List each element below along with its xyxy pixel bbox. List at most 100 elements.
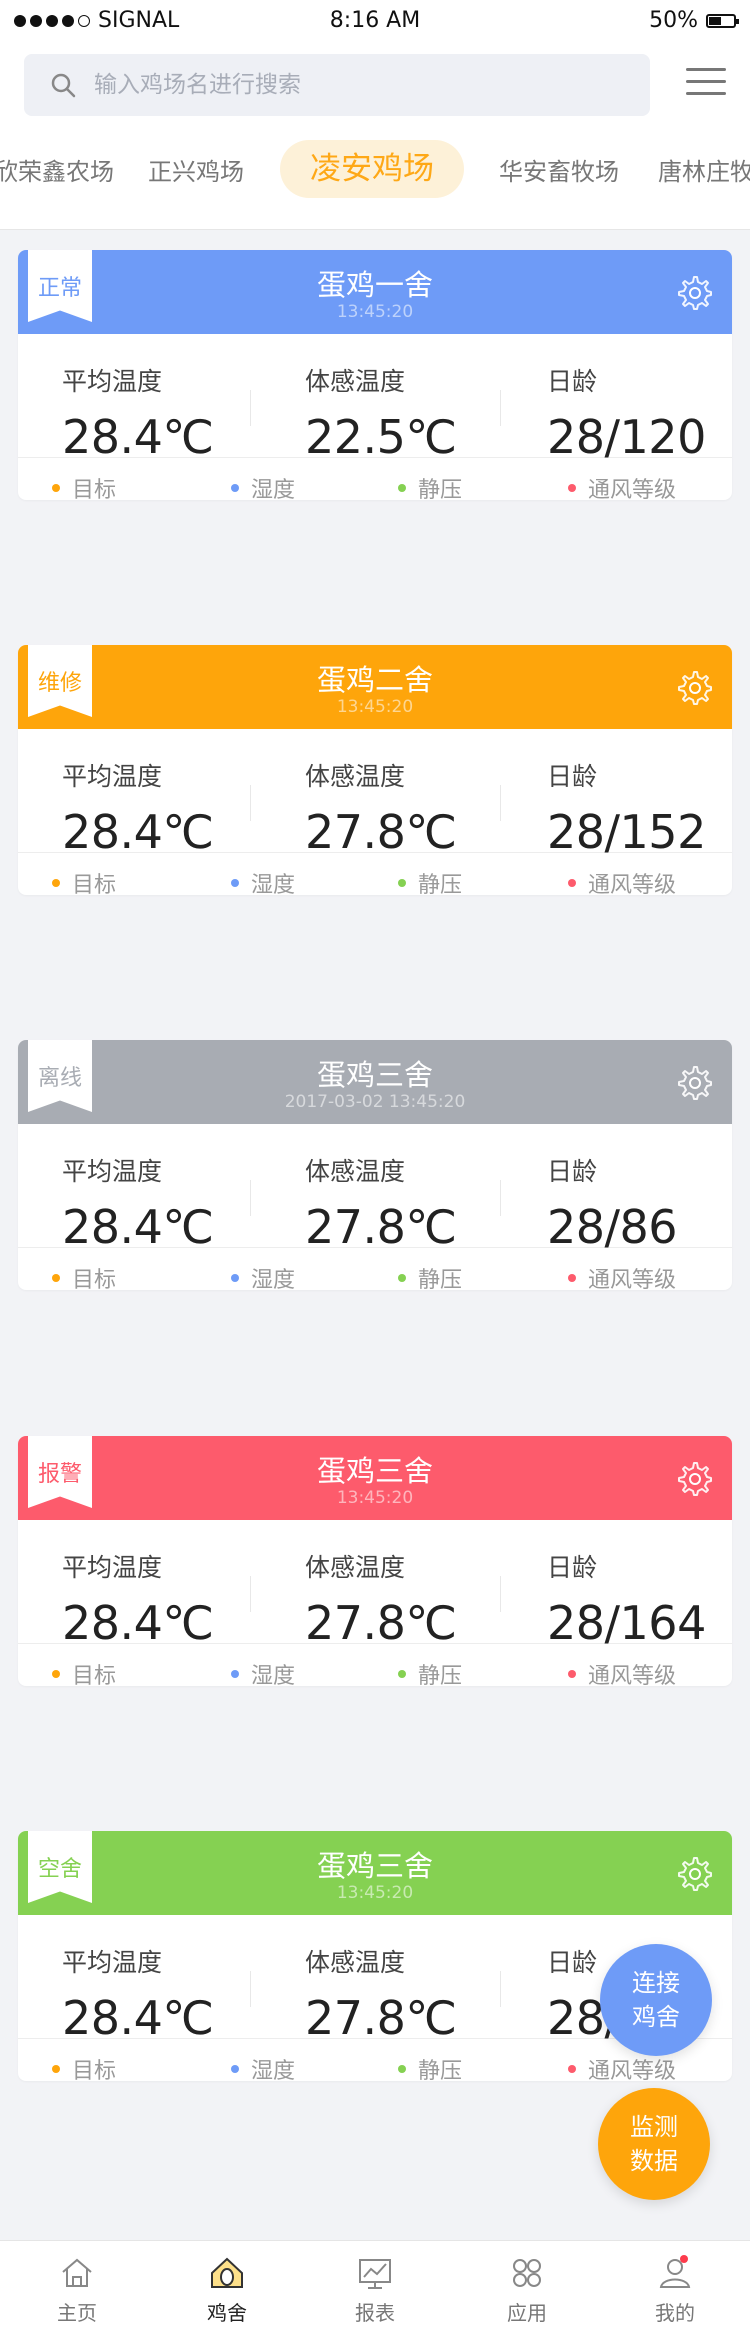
gear-icon: [678, 1857, 712, 1891]
age-label: 日龄: [547, 1553, 598, 1582]
update-time: 2017-03-02 13:45:20: [284, 1092, 466, 1112]
status-dot-icon: [52, 2065, 60, 2073]
vent-level-stat: 通风等级7级: [568, 1262, 676, 1290]
house-card[interactable]: 维修 蛋鸡二舍 13:45:20 平均温度 28.4℃ 体感温度 27.8℃ 日龄 28/152…: [18, 645, 732, 895]
vent-level-label: 通风等级: [568, 1262, 676, 1290]
nav-houses[interactable]: 鸡舍: [152, 2253, 302, 2326]
header: 欣荣鑫农场 正兴鸡场 凌安鸡场 华安畜牧场 唐林庄牧: [0, 40, 750, 230]
gear-icon: [678, 1462, 712, 1496]
settings-button[interactable]: [676, 274, 712, 310]
vent-level-label-text: 通风等级: [588, 1664, 677, 1686]
age-metric: 日龄 28/152: [547, 757, 706, 859]
static-pressure-label-text: 静压: [418, 1268, 463, 1290]
menu-button[interactable]: [686, 68, 726, 100]
age-value: 28/120: [547, 410, 706, 464]
status-dot-icon: [231, 2065, 239, 2073]
stats-row: 目标28℃ 湿度45% 静压52pa 通风等级7级: [18, 853, 732, 895]
gear-icon: [678, 1066, 712, 1100]
humidity-label: 湿度: [231, 1262, 309, 1290]
status-dot-icon: [398, 1274, 406, 1282]
static-pressure-label-text: 静压: [418, 873, 463, 895]
avg-temp-metric: 平均温度 28.4℃: [62, 757, 214, 859]
settings-button[interactable]: [676, 1460, 712, 1496]
search-input[interactable]: [94, 72, 614, 98]
farm-tab[interactable]: 唐林庄牧: [658, 152, 750, 187]
house-card[interactable]: 报警 蛋鸡三舍 13:45:20 平均温度 28.4℃ 体感温度 27.8℃ 日龄 28/164…: [18, 1436, 732, 1686]
feel-temp-metric: 体感温度 27.8℃: [305, 757, 457, 859]
connect-house-button[interactable]: 连接 鸡舍: [600, 1944, 712, 2056]
vent-level-stat: 通风等级7级: [568, 472, 676, 500]
status-dot-icon: [231, 879, 239, 887]
apps-icon: [513, 2259, 541, 2287]
nav-houses-label: 鸡舍: [207, 2301, 247, 2325]
vent-level-label: 通风等级: [568, 867, 676, 895]
card-header: 正常 蛋鸡一舍 13:45:20: [18, 250, 732, 334]
nav-home-label: 主页: [57, 2301, 97, 2325]
farm-tab-active[interactable]: 凌安鸡场: [280, 140, 464, 198]
age-metric: 日龄 28/164: [547, 1548, 706, 1650]
settings-button[interactable]: [676, 1064, 712, 1100]
humidity-stat: 湿度45%: [231, 867, 309, 895]
feel-temp-value: 27.8℃: [305, 805, 457, 859]
farm-tab[interactable]: 欣荣鑫农场: [0, 152, 114, 187]
feel-temp-label: 体感温度: [305, 762, 406, 791]
vent-level-label: 通风等级: [568, 1658, 676, 1686]
feel-temp-value: 22.5℃: [305, 410, 457, 464]
nav-apps-label: 应用: [507, 2301, 547, 2325]
farm-tab[interactable]: 正兴鸡场: [148, 152, 244, 187]
nav-reports[interactable]: 报表: [300, 2253, 450, 2326]
monitor-data-button[interactable]: 监测 数据: [598, 2088, 710, 2200]
search-bar[interactable]: [24, 54, 650, 116]
status-dot-icon: [398, 1670, 406, 1678]
divider: [500, 1576, 501, 1612]
avg-temp-label: 平均温度: [62, 762, 163, 791]
farm-tab[interactable]: 华安畜牧场: [499, 152, 619, 187]
vent-level-label: 通风等级: [568, 2053, 676, 2081]
humidity-label-text: 湿度: [251, 2059, 296, 2081]
card-header: 维修 蛋鸡二舍 13:45:20: [18, 645, 732, 729]
age-value: 28/164: [547, 1596, 706, 1650]
avg-temp-value: 28.4℃: [62, 805, 214, 859]
nav-home[interactable]: 主页: [2, 2253, 152, 2326]
target-label: 目标: [52, 867, 134, 895]
vent-level-label-text: 通风等级: [588, 873, 677, 895]
static-pressure-label-text: 静压: [418, 2059, 463, 2081]
age-value: 28/152: [547, 805, 706, 859]
avg-temp-value: 28.4℃: [62, 1991, 214, 2045]
vent-level-label-text: 通风等级: [588, 1268, 677, 1290]
house-name: 蛋鸡三舍: [316, 1058, 433, 1092]
static-pressure-label: 静压: [398, 472, 517, 500]
target-stat: 目标28℃: [52, 472, 134, 500]
settings-button[interactable]: [676, 669, 712, 705]
feel-temp-value: 27.8℃: [305, 1200, 457, 1254]
update-time: 13:45:20: [336, 302, 414, 322]
avg-temp-metric: 平均温度 28.4℃: [62, 1943, 214, 2045]
card-header: 空舍 蛋鸡三舍 13:45:20: [18, 1831, 732, 1915]
gear-icon: [678, 276, 712, 310]
static-pressure-label: 静压: [398, 2053, 508, 2081]
house-card[interactable]: 正常 蛋鸡一舍 13:45:20 平均温度 28.4℃ 体感温度 22.5℃ 日龄 28/120…: [18, 250, 732, 500]
static-pressure-label-text: 静压: [418, 478, 463, 500]
static-pressure-stat: 静压61.2pa: [398, 2053, 508, 2081]
stats-row: 目标28℃ 湿度45% 静压65pa 通风等级7级: [18, 1644, 732, 1686]
settings-button[interactable]: [676, 1855, 712, 1891]
avg-temp-label: 平均温度: [62, 1157, 163, 1186]
nav-mine[interactable]: 我的: [600, 2253, 750, 2326]
divider: [500, 390, 501, 426]
feel-temp-label: 体感温度: [305, 1948, 406, 1977]
nav-apps[interactable]: 应用: [452, 2253, 602, 2326]
house-name: 蛋鸡一舍: [316, 268, 433, 302]
static-pressure-stat: 静压52pa: [398, 867, 484, 895]
static-pressure-label: 静压: [398, 867, 484, 895]
connect-label-1: 连接: [632, 1969, 680, 1997]
divider: [500, 1971, 501, 2007]
divider: [250, 1971, 251, 2007]
target-label-text: 目标: [72, 873, 117, 895]
status-dot-icon: [568, 1670, 576, 1678]
menu-icon: [686, 68, 726, 71]
house-card[interactable]: 离线 蛋鸡三舍 2017-03-02 13:45:20 平均温度 28.4℃ 体感温度 27…: [18, 1040, 732, 1290]
monitor-label-2: 数据: [630, 2147, 678, 2175]
status-dot-icon: [52, 1274, 60, 1282]
home-icon: [62, 2258, 92, 2287]
divider: [250, 1180, 251, 1216]
